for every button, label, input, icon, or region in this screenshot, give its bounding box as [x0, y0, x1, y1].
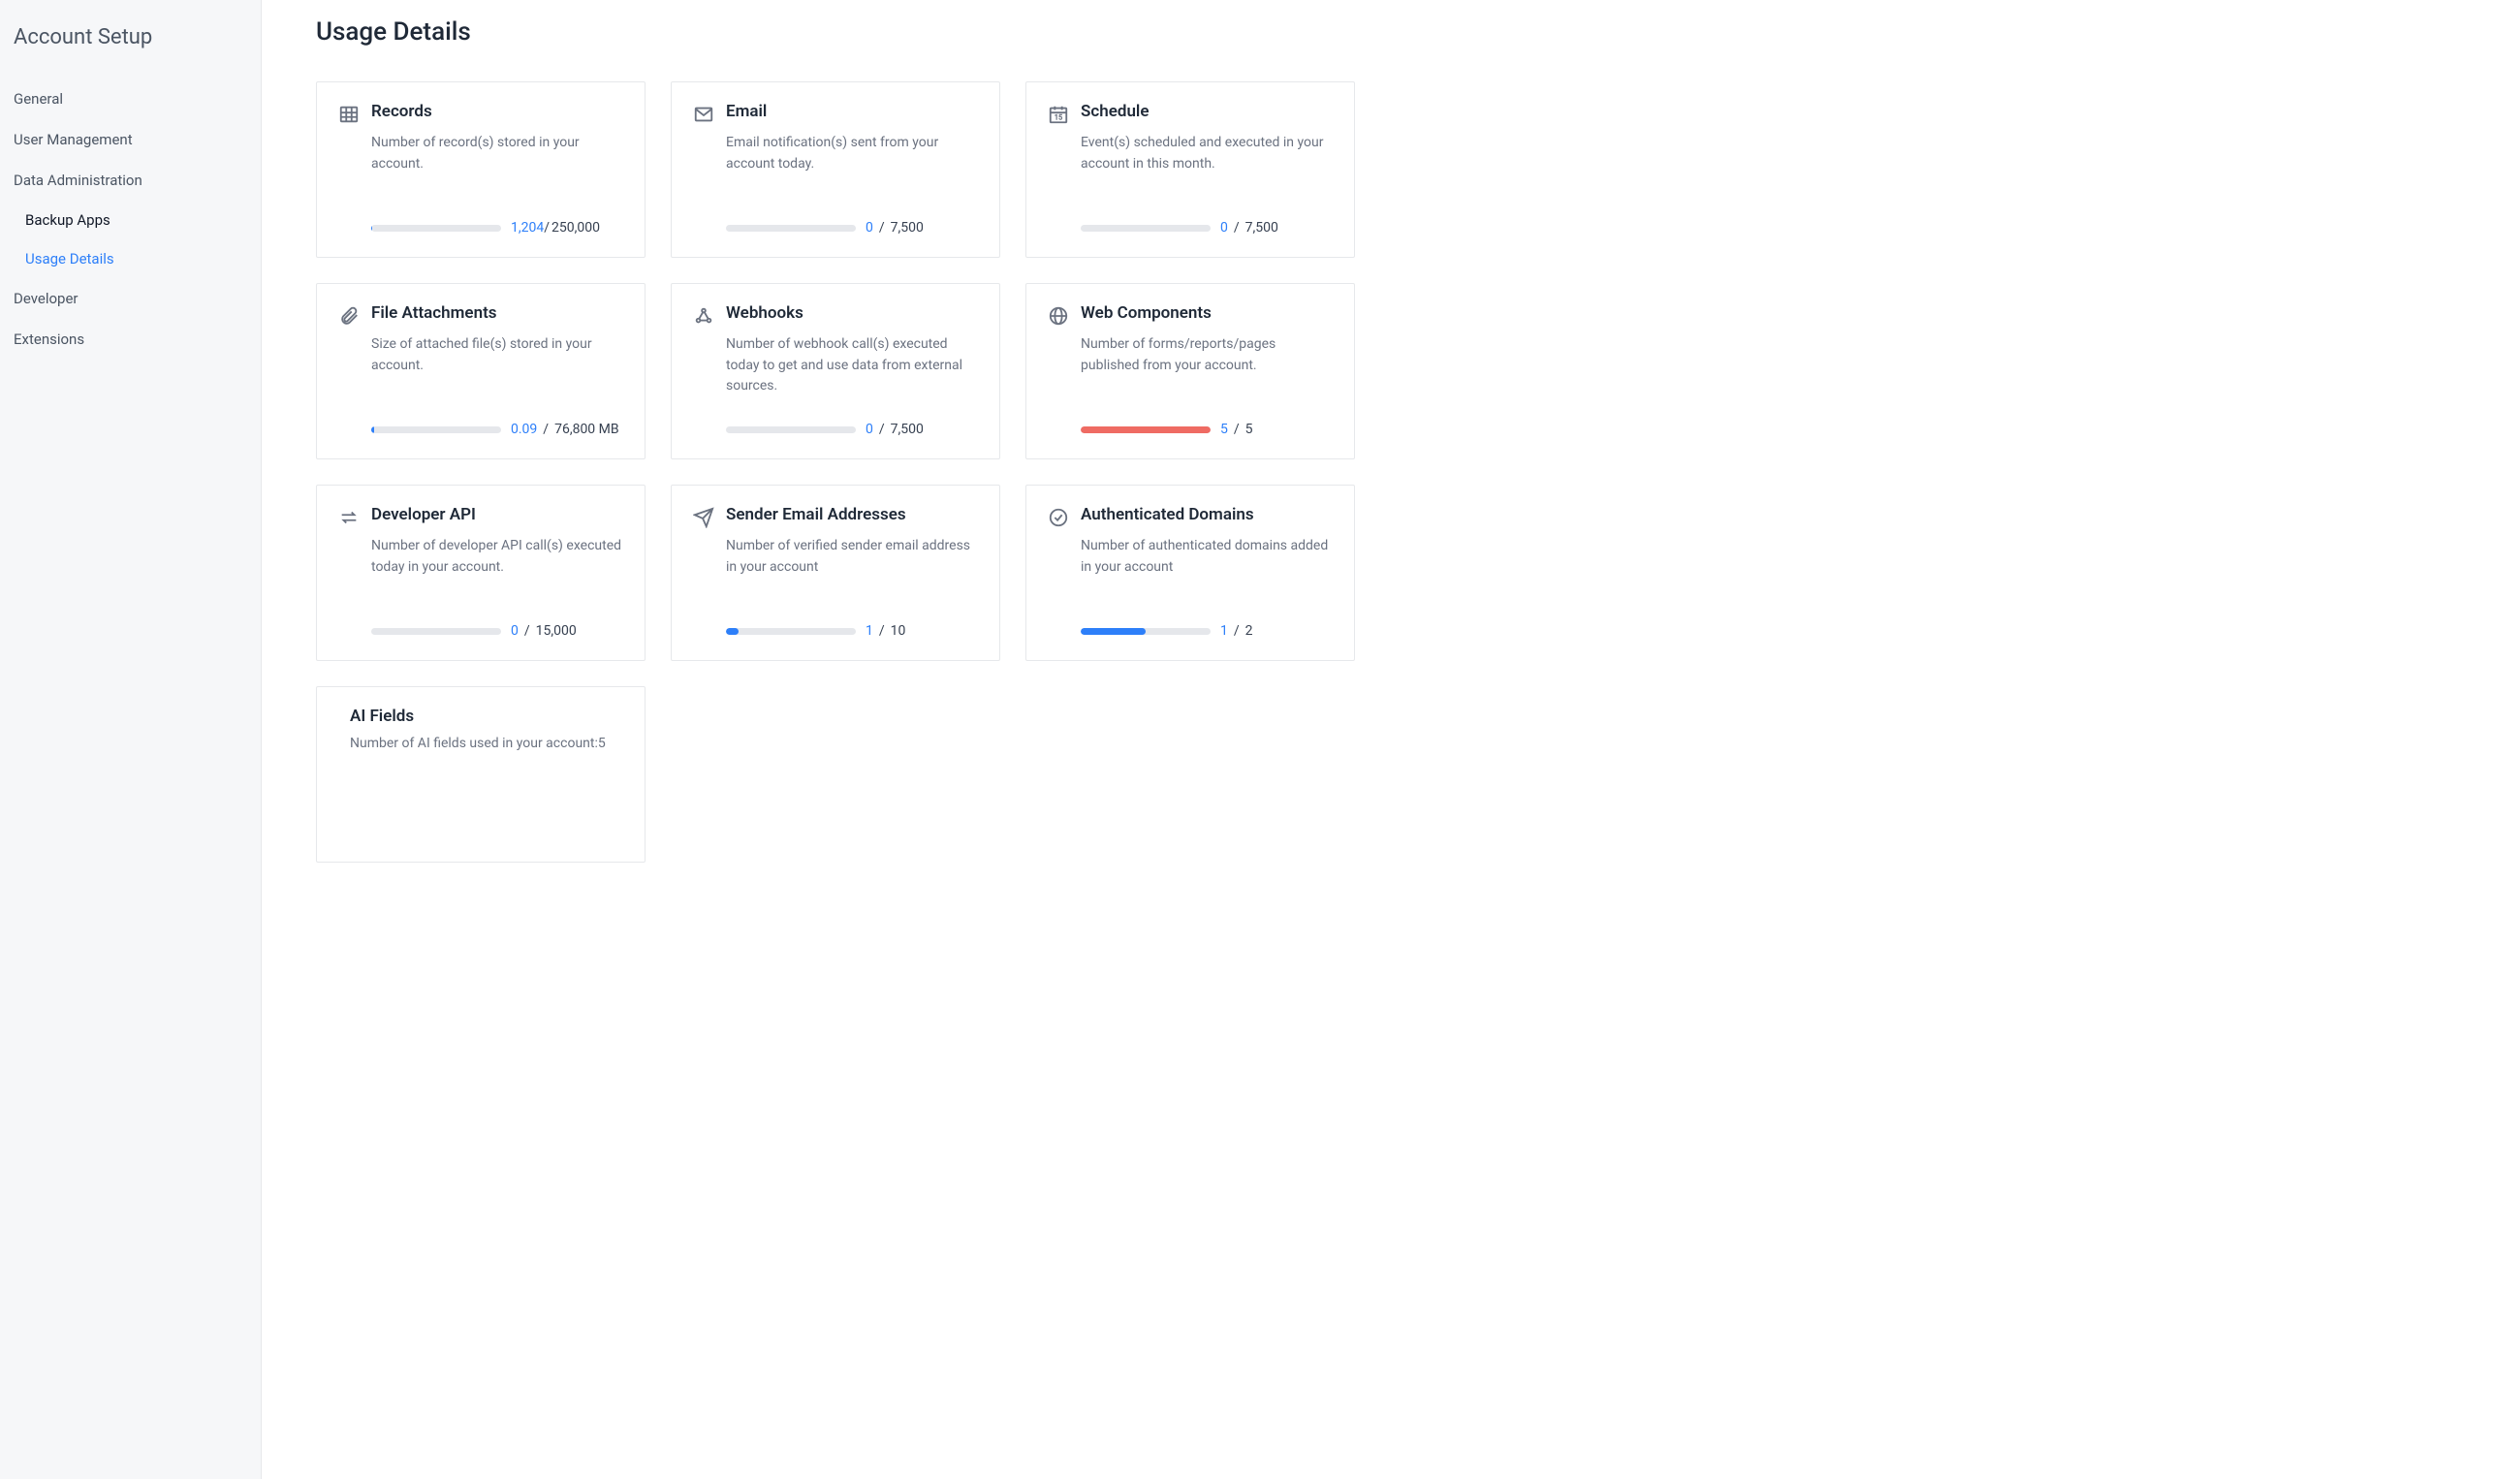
usage-sep: / — [879, 623, 885, 639]
card-email: Email Email notification(s) sent from yo… — [671, 81, 1000, 258]
card-title: Email — [726, 102, 767, 121]
card-desc: Number of webhook call(s) executed today… — [726, 334, 978, 404]
card-meter-row: 1,204/250,000 — [371, 220, 623, 236]
usage-value: 1,204 — [511, 220, 544, 236]
progress-bar — [726, 225, 856, 232]
card-meter-row: 0 / 7,500 — [726, 422, 978, 437]
progress-bar — [726, 426, 856, 433]
usage-sep: / — [1234, 422, 1240, 437]
sidebar-item-developer[interactable]: Developer — [14, 278, 247, 319]
card-title: File Attachments — [371, 303, 497, 323]
usage-sep: / — [879, 422, 885, 437]
check-circle-icon — [1048, 507, 1069, 528]
sidebar-item-usage-details[interactable]: Usage Details — [25, 239, 247, 278]
card-desc: Number of verified sender email address … — [726, 536, 978, 606]
sidebar-title: Account Setup — [14, 25, 247, 49]
card-meter-row: 1 / 2 — [1081, 623, 1333, 639]
sidebar-subnav-data-administration: Backup Apps Usage Details — [14, 201, 247, 278]
usage-value: 0.09 — [511, 422, 537, 437]
usage-value: 5 — [1220, 422, 1228, 437]
card-desc: Event(s) scheduled and executed in your … — [1081, 133, 1333, 203]
webhook-icon — [693, 305, 714, 327]
progress-bar — [371, 426, 501, 433]
card-meter-row: 0 / 7,500 — [1081, 220, 1333, 236]
envelope-icon — [693, 104, 714, 125]
usage-sep: / — [544, 220, 550, 236]
swap-icon — [338, 507, 360, 528]
usage-limit: 7,500 — [1245, 220, 1278, 236]
card-desc: Size of attached file(s) stored in your … — [371, 334, 623, 404]
card-file-attachments: File Attachments Size of attached file(s… — [316, 283, 646, 459]
sidebar-nav: General User Management Data Administrat… — [14, 79, 247, 360]
usage-sep: / — [524, 623, 530, 639]
svg-text:15: 15 — [1055, 113, 1062, 122]
card-title: AI Fields — [350, 707, 414, 726]
card-ai-fields: AI Fields Number of AI fields used in yo… — [316, 686, 646, 863]
sidebar: Account Setup General User Management Da… — [0, 0, 262, 1479]
card-title: Webhooks — [726, 303, 803, 323]
card-schedule: 15 Schedule Event(s) scheduled and execu… — [1025, 81, 1355, 258]
card-title: Web Components — [1081, 303, 1212, 323]
usage-sep: / — [1234, 623, 1240, 639]
card-meter-row: 1 / 10 — [726, 623, 978, 639]
usage-limit: 10 — [891, 623, 906, 639]
usage-cards-grid: Records Number of record(s) stored in yo… — [316, 81, 1370, 863]
card-title: Records — [371, 102, 432, 121]
card-title: Sender Email Addresses — [726, 505, 906, 524]
progress-bar — [371, 225, 501, 232]
progress-bar — [1081, 225, 1211, 232]
sidebar-item-user-management[interactable]: User Management — [14, 119, 247, 160]
paperclip-icon — [338, 305, 360, 327]
usage-limit: 76,800 MB — [554, 422, 619, 437]
card-meter-row: 0.09 / 76,800 MB — [371, 422, 623, 437]
card-meter-row: 0 / 7,500 — [726, 220, 978, 236]
globe-icon — [1048, 305, 1069, 327]
usage-limit: 7,500 — [891, 422, 924, 437]
usage-value: 0 — [866, 422, 873, 437]
usage-limit: 15,000 — [536, 623, 577, 639]
table-icon — [338, 104, 360, 125]
card-desc: Number of AI fields used in your account… — [350, 734, 623, 840]
progress-bar — [1081, 628, 1211, 635]
progress-bar — [1081, 426, 1211, 433]
card-authenticated-domains: Authenticated Domains Number of authenti… — [1025, 485, 1355, 661]
sidebar-item-extensions[interactable]: Extensions — [14, 319, 247, 360]
card-web-components: Web Components Number of forms/reports/p… — [1025, 283, 1355, 459]
progress-bar — [371, 628, 501, 635]
card-desc: Email notification(s) sent from your acc… — [726, 133, 978, 203]
card-desc: Number of record(s) stored in your accou… — [371, 133, 623, 203]
card-title: Authenticated Domains — [1081, 505, 1254, 524]
card-records: Records Number of record(s) stored in yo… — [316, 81, 646, 258]
card-sender-email: Sender Email Addresses Number of verifie… — [671, 485, 1000, 661]
usage-value: 0 — [511, 623, 519, 639]
usage-sep: / — [1234, 220, 1240, 236]
usage-value: 0 — [866, 220, 873, 236]
usage-sep: / — [543, 422, 549, 437]
sidebar-item-data-administration[interactable]: Data Administration — [14, 160, 247, 201]
usage-limit: 2 — [1245, 623, 1253, 639]
card-meter-row: 5 / 5 — [1081, 422, 1333, 437]
usage-limit: 250,000 — [551, 220, 600, 236]
main-content: Usage Details Records Number of record(s… — [262, 0, 1425, 1479]
card-desc: Number of authenticated domains added in… — [1081, 536, 1333, 606]
sidebar-item-backup-apps[interactable]: Backup Apps — [25, 201, 247, 239]
card-webhooks: Webhooks Number of webhook call(s) execu… — [671, 283, 1000, 459]
card-developer-api: Developer API Number of developer API ca… — [316, 485, 646, 661]
sidebar-item-general[interactable]: General — [14, 79, 247, 119]
usage-sep: / — [879, 220, 885, 236]
paper-plane-icon — [693, 507, 714, 528]
usage-value: 0 — [1220, 220, 1228, 236]
page-title: Usage Details — [316, 17, 1370, 47]
calendar-icon: 15 — [1048, 104, 1069, 125]
progress-bar — [726, 628, 856, 635]
usage-limit: 5 — [1245, 422, 1253, 437]
card-title: Developer API — [371, 505, 476, 524]
card-title: Schedule — [1081, 102, 1150, 121]
card-desc: Number of forms/reports/pages published … — [1081, 334, 1333, 404]
usage-value: 1 — [866, 623, 873, 639]
usage-limit: 7,500 — [891, 220, 924, 236]
usage-value: 1 — [1220, 623, 1228, 639]
card-desc: Number of developer API call(s) executed… — [371, 536, 623, 606]
card-meter-row: 0 / 15,000 — [371, 623, 623, 639]
